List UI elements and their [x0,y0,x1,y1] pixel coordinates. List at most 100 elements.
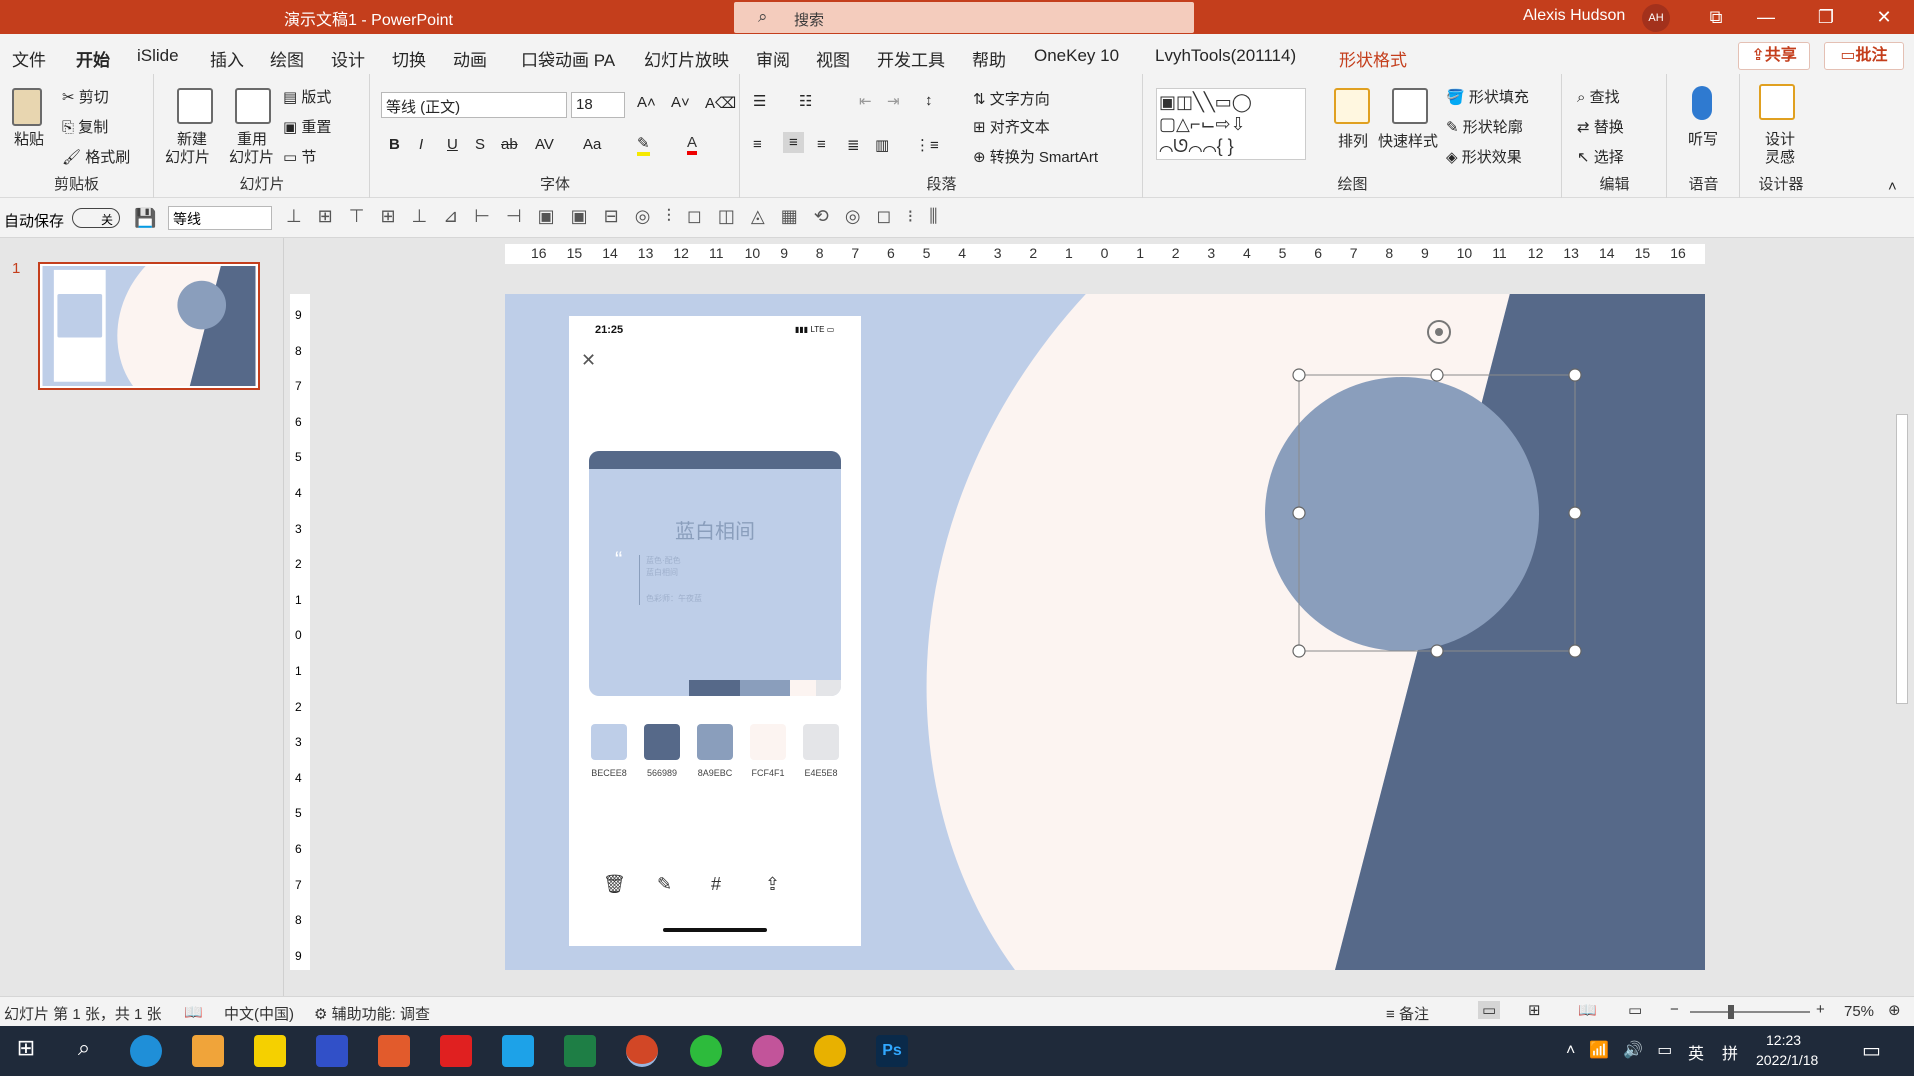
section-button[interactable]: ▭ 节 [283,146,316,167]
designer-icon[interactable] [1759,84,1795,120]
share-button[interactable]: ⇪共享 [1738,42,1810,70]
text-direction-button[interactable]: ⇅ 文字方向 [973,88,1050,109]
office-icon[interactable] [378,1035,410,1067]
zoom-level[interactable]: 75% [1844,1003,1874,1020]
notes-button[interactable]: ≡ 备注 [1386,1003,1429,1024]
reuse-slide-label2[interactable]: 幻灯片 [229,146,274,167]
paste-button[interactable]: 粘贴 [14,128,44,149]
shadow-icon[interactable]: S [475,136,485,153]
shapes-gallery[interactable]: ▣◫╲╲▭◯ ▢△⌐⌙⇨⇩ ⌒ᘎ⌒⌒{ } [1156,88,1306,160]
shape-fill-button[interactable]: 🪣 形状填充 [1446,86,1529,107]
tab-slideshow[interactable]: 幻灯片放映 [644,46,729,71]
slide-canvas[interactable]: 21:25 ▮▮▮ LTE ▭ ✕ 蓝白相间 “ 蓝色·配色 蓝白相间 色彩师：… [505,294,1705,970]
cut-button[interactable]: ✂ 剪切 [62,86,109,107]
tab-lvyhtools[interactable]: LvyhTools(201114) [1155,46,1296,66]
minimize-icon[interactable]: — [1746,4,1786,30]
tray-icons[interactable]: ˄📶🔊▭ [1566,1040,1686,1060]
normal-view-icon[interactable]: ▭ [1478,1001,1501,1019]
photoshop-icon[interactable]: Ps [876,1035,908,1067]
store-icon[interactable] [192,1035,224,1067]
numbering-icon[interactable]: ☷ [799,92,812,110]
chrome-icon[interactable] [814,1035,846,1067]
increase-indent-icon[interactable]: ⇥ [887,92,900,110]
notification-icon[interactable]: ▭ [1862,1038,1881,1063]
tab-animations[interactable]: 动画 [453,46,487,71]
decrease-indent-icon[interactable]: ⇤ [859,92,872,110]
language-status[interactable]: 中文(中国) [224,1003,294,1024]
tab-insert[interactable]: 插入 [210,46,244,71]
accessibility-status[interactable]: ⚙ 辅助功能: 调查 [314,1003,430,1024]
vertical-scrollbar[interactable] [1892,244,1912,984]
shrink-font-icon[interactable]: A˅ [671,94,690,111]
tab-islide[interactable]: iSlide [137,46,179,66]
reuse-slide-icon[interactable] [235,88,271,124]
format-painter-button[interactable]: 🖌 格式刷 [62,146,130,167]
powerpoint-icon[interactable] [626,1035,658,1067]
slideshow-view-icon[interactable]: ▭ [1628,1001,1642,1019]
highlight-icon[interactable]: ✎ [637,134,650,156]
clock-time[interactable]: 12:23 [1766,1032,1801,1048]
scroll-thumb[interactable] [1896,414,1908,704]
select-button[interactable]: ↖ 选择 [1577,146,1624,167]
layout-button[interactable]: ▤ 版式 [283,86,331,107]
reset-button[interactable]: ▣ 重置 [283,116,331,137]
tab-file[interactable]: 文件 [12,46,46,71]
tab-shape-format[interactable]: 形状格式 [1339,46,1407,71]
selected-circle-shape[interactable] [1265,377,1539,651]
tab-transitions[interactable]: 切换 [392,46,426,71]
spellcheck-icon[interactable]: 📖 [184,1003,203,1021]
tab-draw[interactable]: 绘图 [270,46,304,71]
new-slide-label2[interactable]: 幻灯片 [165,146,210,167]
bold-icon[interactable]: B [389,136,400,153]
find-button[interactable]: ⌕ 查找 [1577,86,1620,107]
italic-icon[interactable]: I [419,136,423,153]
replace-button[interactable]: ⇄ 替换 [1577,116,1624,137]
youtube-icon[interactable] [440,1035,472,1067]
justify-icon[interactable]: ≣ [847,136,860,154]
underline-icon[interactable]: U [447,136,458,153]
tab-developer[interactable]: 开发工具 [877,46,945,71]
arrange-icon[interactable] [1334,88,1370,124]
fit-window-icon[interactable]: ⊕ [1888,1001,1901,1019]
align-right-icon[interactable]: ≡ [817,136,826,153]
change-case-icon[interactable]: Aa [583,136,601,153]
columns-icon[interactable]: ▥ [875,136,889,154]
search-icon[interactable]: ⌕ [68,1035,100,1067]
phone-mockup[interactable]: 21:25 ▮▮▮ LTE ▭ ✕ 蓝白相间 “ 蓝色·配色 蓝白相间 色彩师：… [569,316,861,946]
align-left-icon[interactable]: ≡ [753,136,762,153]
copy-button[interactable]: ⎘ 复制 [62,116,108,137]
restore-icon[interactable]: ❐ [1806,4,1846,30]
align-center-icon[interactable]: ≡ [783,132,804,153]
windows-start-icon[interactable]: ⊞ [10,1035,42,1067]
new-slide-icon[interactable] [177,88,213,124]
spacing-icon[interactable]: AV [535,136,554,153]
paste-icon[interactable] [12,88,42,126]
microphone-icon[interactable] [1692,86,1712,120]
ribbon-display-icon[interactable]: ⧉ [1696,4,1736,30]
reading-view-icon[interactable]: 📖 [1578,1001,1597,1019]
close-icon[interactable]: ✕ [1864,4,1904,30]
avatar[interactable]: AH [1642,4,1670,32]
user-name[interactable]: Alexis Hudson [1523,7,1625,25]
quick-styles-button[interactable]: 快速样式 [1378,130,1438,151]
app-blue-icon[interactable] [502,1035,534,1067]
app-pink-icon[interactable] [752,1035,784,1067]
comment-button[interactable]: ▭批注 [1824,42,1904,70]
tab-onekey[interactable]: OneKey 10 [1034,46,1119,66]
font-color-icon[interactable]: A [687,134,698,155]
dictate-button[interactable]: 听写 [1688,128,1718,149]
clock-date[interactable]: 2022/1/18 [1756,1052,1818,1068]
collapse-ribbon-icon[interactable]: ˄ [1888,178,1897,195]
tab-pocket-animation[interactable]: 口袋动画 PA [521,46,615,71]
app-icon[interactable] [316,1035,348,1067]
qat-font-field[interactable]: 等线 [168,206,272,230]
arrange-button[interactable]: 排列 [1338,130,1368,151]
line-spacing-icon[interactable]: ↕ [925,92,933,109]
autosave-toggle[interactable]: 关 [72,208,120,228]
slide-thumbnail[interactable] [38,262,260,390]
font-size-field[interactable]: 18 [571,92,625,118]
potplayer-icon[interactable] [254,1035,286,1067]
alignment-tools-icon[interactable]: ⊥⊞⊤⊞⊥⊿⊢⊣▣▣⊟◎⫶◻◫◬▦⟲◎◻⁝⫼ [286,206,953,227]
distribute-icon[interactable]: ⋮≡ [915,136,939,154]
wechat-icon[interactable] [690,1035,722,1067]
